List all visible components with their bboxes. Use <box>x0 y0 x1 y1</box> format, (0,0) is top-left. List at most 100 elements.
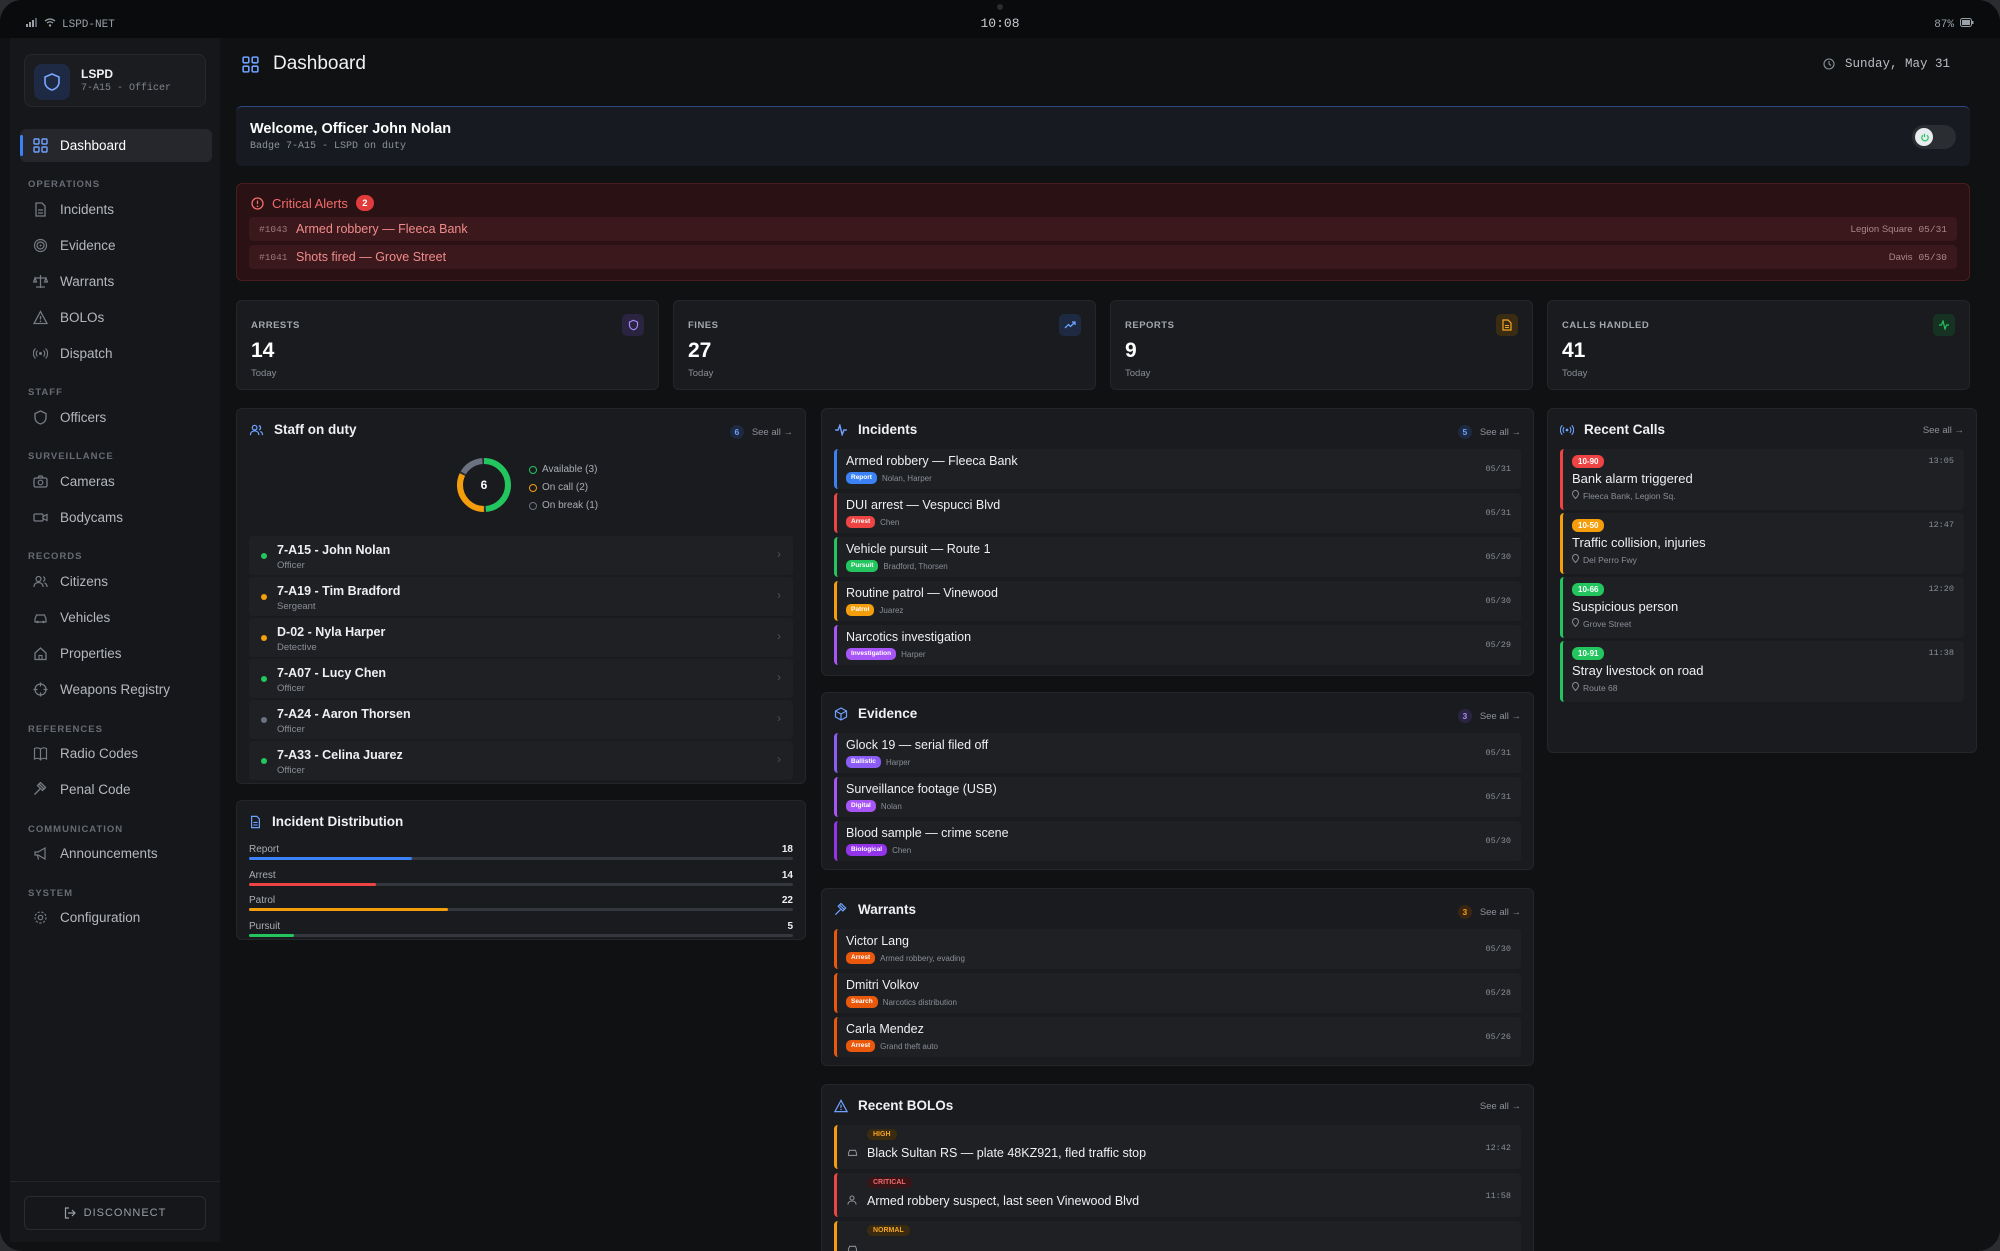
map-pin-icon <box>1571 554 1580 565</box>
nav-configuration[interactable]: Configuration <box>20 901 212 934</box>
users-icon <box>249 424 264 435</box>
see-all-link[interactable]: See all → <box>1480 711 1521 722</box>
nav-label: Evidence <box>60 238 116 253</box>
card-header: Recent BOLOs <box>834 1098 953 1113</box>
radio-waves-icon <box>1560 424 1574 435</box>
legend-label: On break (1) <box>542 500 599 511</box>
incident-row[interactable]: DUI arrest — Vespucci Blvd Arrest Chen 05/3… <box>834 493 1521 533</box>
priority-badge: NORMAL <box>867 1225 910 1236</box>
warrant-row[interactable]: Dmitri Volkov Search Narcotics distributio… <box>834 973 1521 1013</box>
nav-vehicles[interactable]: Vehicles <box>20 601 212 634</box>
duty-toggle[interactable] <box>1912 125 1956 149</box>
row-meta: Investigation Harper <box>846 648 926 660</box>
nav-officers[interactable]: Officers <box>20 401 212 434</box>
incident-row[interactable]: Narcotics investigation Investigation Harp… <box>834 625 1521 665</box>
row-meta: Biological Chen <box>846 844 911 856</box>
bolo-row[interactable]: NORMAL <box>834 1221 1521 1251</box>
evidence-row[interactable]: Surveillance footage (USB) Digital Nolan 05… <box>834 777 1521 817</box>
staff-row[interactable]: 7-A33 - Celina Juarez Officer › <box>249 741 793 780</box>
dist-bar <box>249 857 413 860</box>
staff-row[interactable]: 7-A07 - Lucy Chen Officer › <box>249 659 793 698</box>
nav-penal-code[interactable]: Penal Code <box>20 773 212 806</box>
incident-row[interactable]: Vehicle pursuit — Route 1 Pursuit Bradford… <box>834 537 1521 577</box>
recent-calls-card: Recent Calls See all → 10-90 Bank alarm t… <box>1547 408 1977 753</box>
nav-announcements[interactable]: Announcements <box>20 837 212 870</box>
stat-card-fines[interactable]: FINES 27 Today <box>673 300 1096 390</box>
evidence-row[interactable]: Blood sample — crime scene Biological Chen… <box>834 821 1521 861</box>
staff-row[interactable]: D-02 - Nyla Harper Detective › <box>249 618 793 657</box>
alert-date: 05/31 <box>1918 223 1947 235</box>
nav-bolos[interactable]: BOLOs <box>20 301 212 334</box>
call-row[interactable]: 10-90 Bank alarm triggered Fleeca Bank, Le… <box>1560 449 1964 510</box>
nav-warrants[interactable]: Warrants <box>20 265 212 298</box>
type-tag: Arrest <box>846 952 876 964</box>
row-date: 05/30 <box>1485 552 1511 562</box>
see-all-link[interactable]: See all → <box>1480 907 1521 918</box>
row-title: Surveillance footage (USB) <box>846 782 997 796</box>
row-date: 05/31 <box>1485 748 1511 758</box>
row-date: 05/28 <box>1485 988 1511 998</box>
warrant-row[interactable]: Victor Lang Arrest Armed robbery, evading 0… <box>834 929 1521 969</box>
nav-radio-codes[interactable]: Radio Codes <box>20 737 212 770</box>
disconnect-button[interactable]: DISCONNECT <box>24 1196 206 1230</box>
stat-sub: Today <box>688 368 714 379</box>
incidents-count: 5 <box>1457 425 1472 439</box>
alert-row[interactable]: #1043 Armed robbery — Fleeca Bank Legion… <box>249 217 1957 241</box>
staff-row[interactable]: 7-A19 - Tim Bradford Sergeant › <box>249 577 793 616</box>
stat-card-arrests[interactable]: ARRESTS 14 Today <box>236 300 659 390</box>
see-all-link[interactable]: See all → <box>1480 1101 1521 1112</box>
alert-location: Legion Square <box>1850 223 1913 235</box>
call-row[interactable]: 10-66 Suspicious person Grove Street 12:20 <box>1560 577 1964 638</box>
alert-text: Shots fired — Grove Street <box>296 250 447 264</box>
warning-triangle-icon <box>834 1098 848 1112</box>
incident-row[interactable]: Armed robbery — Fleeca Bank Report Nolan, … <box>834 449 1521 489</box>
stat-card-calls[interactable]: CALLS HANDLED 41 Today <box>1547 300 1970 390</box>
alert-row[interactable]: #1041 Shots fired — Grove Street Davis 05… <box>249 245 1957 269</box>
see-all-link[interactable]: See all → <box>1923 425 1964 436</box>
card-title: Incident Distribution <box>272 814 404 829</box>
dist-track <box>249 933 793 937</box>
legend-available: Available (3) <box>529 461 598 479</box>
officer-rank: Officer <box>277 724 305 735</box>
bolo-row[interactable]: CRITICAL Armed robbery suspect, last seen… <box>834 1173 1521 1217</box>
nav-properties[interactable]: Properties <box>20 637 212 670</box>
card-header: Recent Calls <box>1560 422 1665 437</box>
nav-label: Vehicles <box>60 610 111 625</box>
officer-rank: Sergeant <box>277 601 316 612</box>
call-row[interactable]: 10-91 Stray livestock on road Route 68 11:3… <box>1560 641 1964 702</box>
nav-cameras[interactable]: Cameras <box>20 465 212 498</box>
stat-label: ARRESTS <box>251 320 300 331</box>
nav-incidents[interactable]: Incidents <box>20 193 212 226</box>
card-header: Staff on duty <box>249 422 357 437</box>
nav-dashboard[interactable]: Dashboard <box>20 129 212 162</box>
row-meta: Search Narcotics distribution <box>846 996 957 1008</box>
evidence-row[interactable]: Glock 19 — serial filed off Ballistic Harp… <box>834 733 1521 773</box>
bolo-row[interactable]: HIGH Black Sultan RS — plate 48KZ921, fle… <box>834 1125 1521 1169</box>
nav-dispatch[interactable]: Dispatch <box>20 337 212 370</box>
see-all-link[interactable]: See all → <box>1480 427 1521 438</box>
call-row[interactable]: 10-50 Traffic collision, injuries Del Perr… <box>1560 513 1964 574</box>
warrant-row[interactable]: Carla Mendez Arrest Grand theft auto 05/26 <box>834 1017 1521 1057</box>
nav-weapons-registry[interactable]: Weapons Registry <box>20 673 212 706</box>
camera-icon <box>33 475 48 488</box>
staff-row[interactable]: 7-A24 - Aaron Thorsen Officer › <box>249 700 793 739</box>
nav-citizens[interactable]: Citizens <box>20 565 212 598</box>
status-dot <box>261 635 267 641</box>
call-code-badge: 10-50 <box>1572 519 1605 532</box>
dist-label: Pursuit <box>249 920 281 932</box>
recent-bolos-card: Recent BOLOs See all → HIGH Black Sultan … <box>821 1084 1534 1251</box>
staff-row[interactable]: 7-A15 - John Nolan Officer › <box>249 536 793 575</box>
nav-evidence[interactable]: Evidence <box>20 229 212 262</box>
nav-label: Radio Codes <box>60 746 139 761</box>
stat-card-reports[interactable]: REPORTS 9 Today <box>1110 300 1533 390</box>
type-tag: Investigation <box>846 648 897 660</box>
shield-icon <box>34 410 47 425</box>
call-time: 11:38 <box>1928 648 1954 658</box>
type-tag: Biological <box>846 844 888 856</box>
type-tag: Pursuit <box>846 560 879 572</box>
incident-row[interactable]: Routine patrol — Vinewood Patrol Juarez 05/… <box>834 581 1521 621</box>
dist-label: Patrol <box>249 895 276 907</box>
see-all-link[interactable]: See all → <box>752 427 793 438</box>
stat-sub: Today <box>251 368 277 379</box>
nav-bodycams[interactable]: Bodycams <box>20 501 212 534</box>
